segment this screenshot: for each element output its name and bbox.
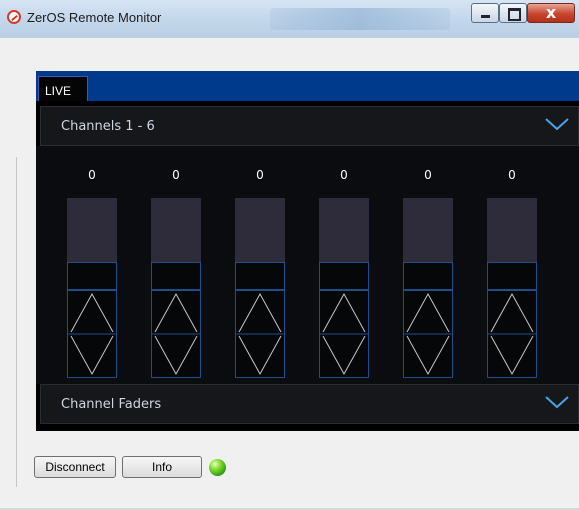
arrow-down-icon[interactable] (70, 335, 114, 376)
fader-step-buttons (319, 290, 369, 378)
fader-level[interactable] (151, 262, 201, 290)
maximize-button[interactable] (499, 3, 527, 23)
tab-live[interactable]: LIVE (38, 76, 88, 101)
channels-header-label: Channels 1 - 6 (61, 119, 155, 134)
arrow-down-icon[interactable] (238, 335, 282, 376)
arrow-down-icon[interactable] (406, 335, 450, 376)
channel-value: 0 (340, 168, 348, 182)
window-title: ZerOS Remote Monitor (27, 10, 162, 25)
fader-level[interactable] (487, 262, 537, 290)
channels-header[interactable]: Channels 1 - 6 (40, 106, 579, 146)
tab-bar (36, 71, 579, 101)
connection-status-icon (209, 459, 226, 476)
close-button[interactable] (527, 3, 575, 23)
fader-level[interactable] (67, 262, 117, 290)
arrow-up-icon[interactable] (490, 292, 534, 333)
faders-header[interactable]: Channel Faders (40, 384, 579, 424)
fader-track[interactable] (67, 198, 117, 262)
fader-track[interactable] (403, 198, 453, 262)
minimize-button[interactable] (471, 3, 499, 23)
arrow-up-icon[interactable] (238, 292, 282, 333)
fader-step-buttons (151, 290, 201, 378)
disconnect-button[interactable]: Disconnect (34, 456, 116, 478)
fader-track[interactable] (151, 198, 201, 262)
divider (16, 157, 17, 487)
chevron-down-icon[interactable] (544, 395, 570, 409)
fader-level[interactable] (319, 262, 369, 290)
arrow-up-icon[interactable] (322, 292, 366, 333)
channel-value: 0 (172, 168, 180, 182)
arrow-up-icon[interactable] (154, 292, 198, 333)
channel-value: 0 (256, 168, 264, 182)
channel-value: 0 (88, 168, 96, 182)
fader-level[interactable] (403, 262, 453, 290)
title-bar: ZerOS Remote Monitor (0, 0, 579, 39)
fader-level[interactable] (235, 262, 285, 290)
channel-value: 0 (508, 168, 516, 182)
arrow-up-icon[interactable] (70, 292, 114, 333)
arrow-down-icon[interactable] (154, 335, 198, 376)
fader-step-buttons (487, 290, 537, 378)
fader-step-buttons (235, 290, 285, 378)
fader-step-buttons (67, 290, 117, 378)
fader-track[interactable] (319, 198, 369, 262)
arrow-up-icon[interactable] (406, 292, 450, 333)
fader-step-buttons (403, 290, 453, 378)
fader-track[interactable] (235, 198, 285, 262)
background-window-title (270, 8, 450, 30)
arrow-down-icon[interactable] (490, 335, 534, 376)
chevron-down-icon[interactable] (544, 117, 570, 131)
info-button[interactable]: Info (122, 456, 202, 478)
arrow-down-icon[interactable] (322, 335, 366, 376)
app-logo-icon (7, 10, 21, 24)
channel-value: 0 (424, 168, 432, 182)
faders-header-label: Channel Faders (61, 397, 162, 412)
fader-track[interactable] (487, 198, 537, 262)
